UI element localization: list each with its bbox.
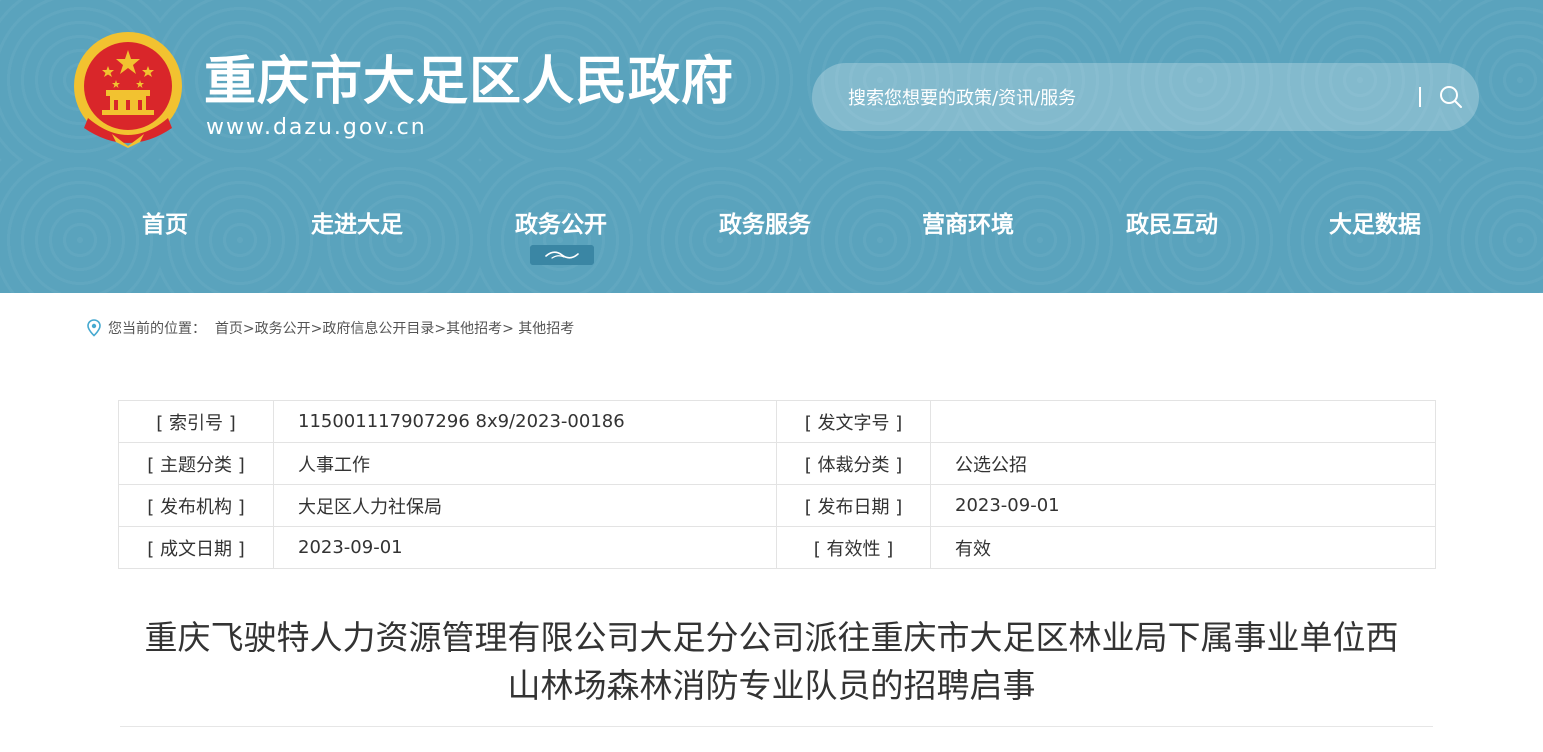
breadcrumb-prefix: 您当前的位置： [108, 321, 206, 337]
breadcrumb-item-info-catalog[interactable]: >政府信息公开目录 [311, 321, 435, 337]
breadcrumb-item-other-recruitment[interactable]: >其他招考 [434, 321, 502, 337]
nav-home[interactable]: 首页 [142, 208, 188, 242]
meta-label: [ 发布机构 ] [118, 484, 274, 527]
search-box [812, 63, 1479, 131]
nav-active-indicator [530, 245, 594, 265]
nav-about-dazu[interactable]: 走进大足 [311, 208, 403, 242]
article-title: 重庆飞驶特人力资源管理有限公司大足分公司派往重庆市大足区林业局下属事业单位西 山林… [90, 614, 1453, 710]
nav-dazu-data[interactable]: 大足数据 [1329, 208, 1421, 242]
nav-government-services[interactable]: 政务服务 [719, 208, 811, 242]
site-header: 重庆市大足区人民政府 www.dazu.gov.cn 首页 走进大足 政务公开 … [0, 0, 1543, 293]
meta-value: 有效 [930, 526, 1436, 569]
search-icon[interactable] [1437, 83, 1465, 111]
nav-public-interaction[interactable]: 政民互动 [1126, 208, 1218, 242]
table-row: [ 主题分类 ] 人事工作 [ 体裁分类 ] 公选公招 [118, 442, 1436, 485]
site-title: 重庆市大足区人民政府 [204, 52, 735, 112]
national-emblem-icon [74, 32, 182, 148]
breadcrumb-item-home[interactable]: 首页 [215, 321, 243, 337]
nav-business-environment[interactable]: 营商环境 [922, 208, 1014, 242]
table-row: [ 发布机构 ] 大足区人力社保局 [ 发布日期 ] 2023-09-01 [118, 484, 1436, 527]
search-input[interactable] [846, 77, 1410, 119]
meta-label: [ 发布日期 ] [776, 484, 931, 527]
breadcrumb-item-current: > 其他招考 [502, 321, 575, 337]
meta-value: 大足区人力社保局 [273, 484, 777, 527]
search-divider [1419, 87, 1421, 107]
article-title-line-2: 山林场森林消防专业队员的招聘启事 [507, 666, 1036, 705]
meta-value: 2023-09-01 [930, 484, 1436, 527]
breadcrumb: 您当前的位置： 首页>政务公开>政府信息公开目录>其他招考> 其他招考 [86, 318, 574, 340]
title-divider [120, 726, 1433, 727]
meta-value: 2023-09-01 [273, 526, 777, 569]
meta-label: [ 有效性 ] [776, 526, 931, 569]
document-metadata-table: [ 索引号 ] 115001117907296 8x9/2023-00186 [… [118, 400, 1436, 569]
meta-value: 115001117907296 8x9/2023-00186 [273, 400, 777, 443]
article-title-line-1: 重庆飞驶特人力资源管理有限公司大足分公司派往重庆市大足区林业局下属事业单位西 [144, 618, 1399, 657]
location-pin-icon [87, 319, 101, 337]
table-row: [ 成文日期 ] 2023-09-01 [ 有效性 ] 有效 [118, 526, 1436, 569]
nav-government-affairs-disclosure[interactable]: 政务公开 [515, 208, 607, 242]
meta-label: [ 发文字号 ] [776, 400, 931, 443]
meta-label: [ 主题分类 ] [118, 442, 274, 485]
meta-label: [ 体裁分类 ] [776, 442, 931, 485]
breadcrumb-item-government-affairs[interactable]: >政务公开 [243, 321, 311, 337]
site-url: www.dazu.gov.cn [206, 115, 427, 140]
meta-value: 公选公招 [930, 442, 1436, 485]
meta-label: [ 索引号 ] [118, 400, 274, 443]
table-row: [ 索引号 ] 115001117907296 8x9/2023-00186 [… [118, 400, 1436, 443]
meta-label: [ 成文日期 ] [118, 526, 274, 569]
meta-value [930, 400, 1436, 443]
meta-value: 人事工作 [273, 442, 777, 485]
